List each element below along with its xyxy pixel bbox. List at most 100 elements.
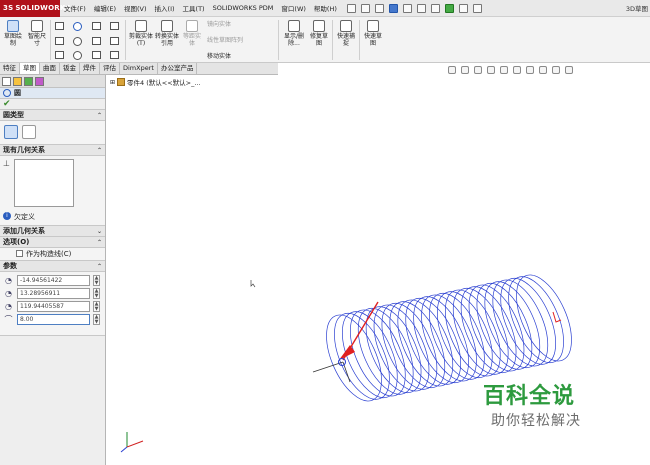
section-existing-relations[interactable]: 现有几何关系 ⌃ (0, 145, 105, 156)
point-icon[interactable] (110, 51, 119, 59)
helix-coil[interactable] (323, 305, 401, 407)
tab-dimxpert[interactable]: DimXpert (120, 63, 158, 74)
helix-coil[interactable] (386, 292, 464, 394)
pin-icon[interactable] (346, 3, 356, 13)
select-icon[interactable] (430, 3, 440, 13)
appearance-tab-icon[interactable] (35, 77, 44, 86)
configuration-tab-icon[interactable] (24, 77, 33, 86)
section-circle-type[interactable]: 圆类型 ⌃ (0, 110, 105, 121)
feature-tree-root[interactable]: ⊞ 零件4 (默认<<默认>_... (110, 77, 201, 87)
tab-sheet-metal[interactable]: 钣金 (60, 63, 80, 74)
center-x-input[interactable]: -14.94561422 (17, 275, 90, 286)
ok-button[interactable]: ✔ (0, 99, 105, 110)
undo-icon[interactable] (416, 3, 426, 13)
tab-sketch[interactable]: 草图 (20, 63, 40, 74)
center-circle-icon[interactable] (4, 125, 18, 139)
helix-coil[interactable] (505, 267, 583, 369)
helix-coil[interactable] (371, 295, 449, 397)
menu-insert[interactable]: 插入(I) (151, 3, 179, 13)
start-point-marker[interactable] (338, 358, 346, 366)
view-orientation-icon[interactable] (500, 66, 508, 74)
menu-file[interactable]: 文件(F) (60, 3, 90, 13)
construction-checkbox[interactable] (16, 250, 23, 257)
center-y-spinner[interactable]: ▲ ▼ (93, 288, 100, 299)
line-icon[interactable] (55, 22, 64, 30)
perimeter-circle-icon[interactable] (22, 125, 36, 139)
section-view-icon[interactable] (487, 66, 495, 74)
center-x-spinner[interactable]: ▲ ▼ (93, 275, 100, 286)
collapse-icon[interactable]: ⌃ (97, 263, 102, 270)
helix-coil[interactable] (339, 302, 417, 404)
display-style-icon[interactable] (513, 66, 521, 74)
linear-pattern-button[interactable]: 线性草图阵列 (207, 37, 269, 44)
display-delete-relations-button[interactable]: 显示/删除... (282, 20, 306, 47)
slot-icon[interactable] (55, 51, 64, 59)
center-z-spinner[interactable]: ▲ ▼ (93, 301, 100, 312)
expand-icon[interactable]: ⌄ (97, 228, 102, 235)
property-manager-tab-icon[interactable] (13, 77, 22, 86)
chamfer-icon[interactable] (92, 51, 101, 59)
trim-entities-button[interactable]: 剪裁实体(T) (129, 20, 153, 47)
quick-snaps-button[interactable]: 快速捕捉 (335, 20, 357, 47)
menu-window[interactable]: 窗口(W) (277, 3, 310, 13)
radius-spinner[interactable]: ▲ ▼ (93, 314, 100, 325)
view-settings-icon[interactable] (565, 66, 573, 74)
hide-show-icon[interactable] (526, 66, 534, 74)
fillet-icon[interactable] (92, 37, 101, 45)
rebuild-icon[interactable] (444, 3, 454, 13)
helix-coil[interactable] (481, 272, 559, 374)
section-add-relations[interactable]: 添加几何关系 ⌄ (0, 226, 105, 237)
print-icon[interactable] (402, 3, 412, 13)
smart-dimension-button[interactable]: 智能尺寸 (26, 20, 48, 47)
tab-surfaces[interactable]: 曲面 (40, 63, 60, 74)
collapse-icon[interactable]: ⌃ (97, 239, 102, 246)
helix-coil[interactable] (458, 277, 536, 379)
helix-coil[interactable] (497, 269, 575, 371)
edit-appearance-icon[interactable] (539, 66, 547, 74)
rapid-sketch-button[interactable]: 快速草图 (362, 20, 384, 47)
helix-coil[interactable] (473, 274, 551, 376)
open-icon[interactable] (374, 3, 384, 13)
menu-view[interactable]: 视图(V) (120, 3, 151, 13)
relations-list[interactable] (14, 159, 74, 207)
sketch-button[interactable]: 草图绘制 (2, 20, 24, 47)
menu-help[interactable]: 帮助(H) (310, 3, 341, 13)
polygon-icon[interactable] (73, 51, 82, 60)
helix-coil[interactable] (331, 304, 409, 406)
menu-tools[interactable]: 工具(T) (179, 3, 209, 13)
convert-entities-button[interactable]: 转换实体引用 (155, 20, 179, 47)
helix-coil[interactable] (394, 290, 472, 392)
solidworks-logo[interactable]: 3S SOLIDWORKS (0, 0, 71, 17)
spline-icon[interactable] (92, 22, 101, 30)
save-icon[interactable] (388, 3, 398, 13)
zoom-to-fit-icon[interactable] (448, 66, 456, 74)
circle-icon[interactable] (73, 22, 82, 31)
helix-coil[interactable] (355, 299, 433, 401)
arc-icon[interactable] (73, 37, 82, 46)
collapse-icon[interactable]: ⌃ (97, 147, 102, 154)
helix-coil[interactable] (378, 294, 456, 396)
move-entities-button[interactable]: 移动实体 (207, 53, 261, 60)
helix-coil[interactable] (489, 270, 567, 372)
helix-coil[interactable] (363, 297, 441, 399)
options-icon[interactable] (472, 3, 482, 13)
section-options[interactable]: 选项(O) ⌃ (0, 237, 105, 248)
triad-arrow-icon[interactable] (339, 345, 355, 360)
tab-office-products[interactable]: 办公室产品 (158, 63, 198, 74)
triad-x-axis[interactable] (342, 301, 379, 361)
menu-edit[interactable]: 编辑(E) (90, 3, 120, 13)
helix-coil[interactable] (347, 300, 425, 402)
expand-plus-icon[interactable]: ⊞ (110, 79, 115, 86)
rectangle-icon[interactable] (55, 37, 64, 45)
scene-icon[interactable] (552, 66, 560, 74)
offset-entities-button[interactable]: 等距实体 (181, 20, 203, 47)
plane-icon[interactable] (110, 37, 119, 45)
collapse-icon[interactable]: ⌃ (97, 112, 102, 119)
mirror-entities-button[interactable]: 镜向实体 (207, 21, 261, 28)
tab-weldments[interactable]: 焊件 (80, 63, 100, 74)
tab-features[interactable]: 特征 (0, 63, 20, 74)
menu-pdm[interactable]: SOLIDWORKS PDM (209, 4, 278, 12)
repair-sketch-button[interactable]: 修复草图 (308, 20, 330, 47)
helix-coil[interactable] (466, 275, 544, 377)
radius-input[interactable]: 8.00 (17, 314, 90, 325)
